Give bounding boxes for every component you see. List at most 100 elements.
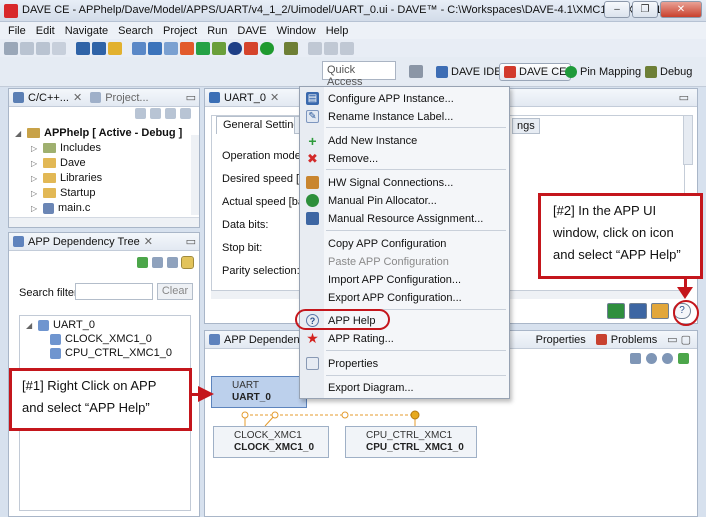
- menu-add-new-instance[interactable]: + Add New Instance: [300, 132, 509, 149]
- menu-navigate[interactable]: Navigate: [65, 25, 108, 37]
- menu-export-app-configuration[interactable]: Export APP Configuration...: [300, 289, 509, 306]
- resource-assignment-icon[interactable]: [629, 303, 647, 319]
- menu-rename-instance-label[interactable]: ✎ Rename Instance Label...: [300, 108, 509, 125]
- build-all-icon[interactable]: [92, 41, 106, 55]
- tree-node-cpu-ctrl[interactable]: CPU_CTRL_XMC1_0: [50, 347, 172, 359]
- dependency-tree-title: APP Dependency Tree: [28, 235, 140, 248]
- close-icon[interactable]: ✕: [144, 235, 153, 248]
- link-editor-icon[interactable]: [180, 108, 191, 119]
- tab-interrupt-settings[interactable]: ngs: [512, 118, 540, 134]
- menu-label: Remove...: [328, 152, 379, 165]
- expand-arrow-icon[interactable]: ▷: [31, 189, 39, 198]
- menu-file[interactable]: File: [8, 25, 26, 37]
- expand-arrow-icon[interactable]: ▷: [31, 159, 39, 168]
- tools-icon[interactable]: [108, 41, 122, 55]
- open-perspective-icon[interactable]: [409, 65, 423, 78]
- menu-project[interactable]: Project: [163, 25, 197, 37]
- link-icon[interactable]: [181, 256, 194, 269]
- minimize-icon[interactable]: ▭: [186, 235, 199, 248]
- perspective-debug[interactable]: Debug: [641, 63, 696, 81]
- save-icon[interactable]: [20, 41, 34, 55]
- edit-icon[interactable]: [244, 41, 258, 55]
- menu-properties[interactable]: Properties: [300, 355, 509, 372]
- editor-scrollbar[interactable]: [683, 115, 693, 165]
- hw-signal-icon[interactable]: [651, 303, 669, 319]
- minimize-button[interactable]: –: [604, 1, 630, 18]
- build-icon[interactable]: [76, 41, 90, 55]
- close-icon[interactable]: ✕: [73, 91, 82, 104]
- tree-item-libraries[interactable]: ▷ Libraries: [31, 172, 102, 184]
- menu-dave[interactable]: DAVE: [237, 25, 266, 37]
- expand-arrow-icon[interactable]: ▷: [31, 174, 39, 183]
- new-icon[interactable]: [4, 41, 18, 55]
- context-menu: ▤ Configure APP Instance... ✎ Rename Ins…: [299, 86, 510, 399]
- save-all-icon[interactable]: [36, 41, 50, 55]
- collapse-icon[interactable]: [152, 257, 163, 268]
- add-icon[interactable]: [137, 257, 148, 268]
- actual-speed-label: Actual speed [bau: [222, 196, 311, 208]
- menu-copy-app-configuration[interactable]: Copy APP Configuration: [300, 235, 509, 252]
- tree-label: Libraries: [60, 172, 103, 184]
- tree-item-dave[interactable]: ▷ Dave: [31, 157, 86, 169]
- pin-allocator-icon[interactable]: [607, 303, 625, 319]
- perspective-pin-mapping[interactable]: Pin Mapping: [561, 63, 645, 81]
- expand-arrow-icon[interactable]: ▷: [31, 144, 39, 153]
- tree-item-main-c[interactable]: ▷ main.c: [31, 202, 90, 214]
- minimize-icon[interactable]: ▭: [679, 91, 697, 104]
- menu-edit[interactable]: Edit: [36, 25, 55, 37]
- connect-icon[interactable]: [132, 41, 146, 55]
- generate-code-icon[interactable]: [180, 41, 194, 55]
- close-button[interactable]: ✕: [660, 1, 702, 18]
- expand-arrow-icon[interactable]: ◢: [15, 129, 23, 138]
- menu-run[interactable]: Run: [207, 25, 227, 37]
- clear-button[interactable]: Clear: [157, 283, 193, 300]
- menu-import-app-configuration[interactable]: Import APP Configuration...: [300, 271, 509, 288]
- forward-icon[interactable]: [150, 108, 161, 119]
- manifest-icon[interactable]: [164, 41, 178, 55]
- resource-icon[interactable]: [212, 41, 226, 55]
- callout-2-arrowhead: [677, 287, 693, 299]
- pin-mapping-icon[interactable]: [196, 41, 210, 55]
- dave-app-icon[interactable]: [148, 41, 162, 55]
- print-icon[interactable]: [52, 41, 66, 55]
- tree-label: main.c: [58, 202, 91, 214]
- tree-node-uart[interactable]: ◢ UART_0: [26, 319, 95, 331]
- vertical-scrollbar[interactable]: [191, 135, 199, 215]
- project-root[interactable]: ◢ APPhelp [ Active - Debug ]: [15, 127, 182, 139]
- menu-remove[interactable]: ✖ Remove...: [300, 150, 509, 167]
- horizontal-scrollbar[interactable]: [9, 217, 199, 227]
- editor-tab-uart[interactable]: UART_0: [224, 92, 266, 104]
- menu-help[interactable]: Help: [326, 25, 349, 37]
- perspective-dave-ide[interactable]: DAVE IDE: [432, 63, 506, 81]
- debug-icon[interactable]: [284, 41, 298, 55]
- maximize-button[interactable]: ❐: [632, 1, 658, 18]
- nav-back-icon[interactable]: [308, 41, 322, 55]
- nav-forward-icon[interactable]: [324, 41, 338, 55]
- menu-app-rating[interactable]: ★ APP Rating...: [300, 330, 509, 347]
- tab-cpp-projects[interactable]: C/C++...: [28, 92, 69, 104]
- tree-item-startup[interactable]: ▷ Startup: [31, 187, 95, 199]
- dave-ce-icon: [504, 66, 516, 78]
- menu-manual-resource-assignment[interactable]: Manual Resource Assignment...: [300, 210, 509, 227]
- collapse-all-icon[interactable]: [165, 108, 176, 119]
- back-icon[interactable]: [135, 108, 146, 119]
- expand-arrow-icon[interactable]: ▷: [31, 204, 39, 213]
- search-filter-input[interactable]: [75, 283, 153, 300]
- tab-project-explorer[interactable]: Project...: [105, 92, 148, 104]
- close-icon[interactable]: ✕: [270, 91, 279, 104]
- menu-hw-signal-connections[interactable]: HW Signal Connections...: [300, 174, 509, 191]
- quick-access-input[interactable]: Quick Access: [322, 61, 396, 88]
- nav-up-icon[interactable]: [340, 41, 354, 55]
- menu-window[interactable]: Window: [277, 25, 316, 37]
- minimize-icon[interactable]: ▭: [186, 91, 199, 104]
- menu-export-diagram[interactable]: Export Diagram...: [300, 379, 509, 396]
- expand-icon[interactable]: [167, 257, 178, 268]
- collapse-arrow-icon[interactable]: ◢: [26, 321, 34, 330]
- run-icon[interactable]: [260, 41, 274, 55]
- tree-node-clock[interactable]: CLOCK_XMC1_0: [50, 333, 152, 345]
- menu-manual-pin-allocator[interactable]: Manual Pin Allocator...: [300, 192, 509, 209]
- menu-search[interactable]: Search: [118, 25, 153, 37]
- menu-configure-app-instance[interactable]: ▤ Configure APP Instance...: [300, 90, 509, 107]
- tree-item-includes[interactable]: ▷ Includes: [31, 142, 101, 154]
- info-icon[interactable]: [228, 41, 242, 55]
